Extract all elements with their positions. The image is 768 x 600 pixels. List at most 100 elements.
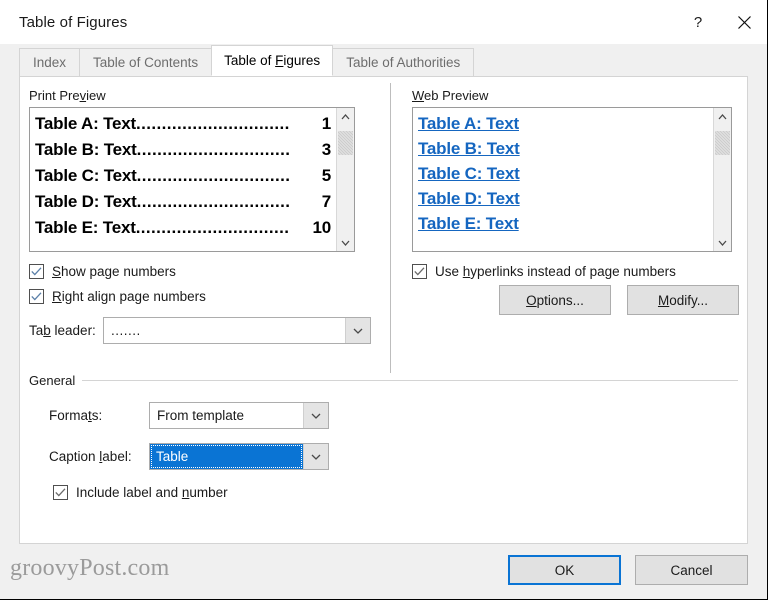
chevron-down-icon <box>353 328 363 334</box>
help-button[interactable]: ? <box>675 0 721 44</box>
entry-label: Table E: Text <box>35 215 136 241</box>
entry-page: 5 <box>322 163 331 189</box>
scroll-track[interactable] <box>337 125 354 234</box>
entry-leader: .............................. <box>137 137 322 163</box>
chevron-down-icon <box>311 454 321 460</box>
tab-strip: Index Table of Contents Table of Figures… <box>0 44 767 76</box>
print-preview-column: Print Preview Table A: Text ............… <box>20 77 388 344</box>
scroll-down-button[interactable] <box>337 234 354 251</box>
tab-index[interactable]: Index <box>19 48 80 76</box>
chevron-up-icon <box>718 114 727 120</box>
cancel-button[interactable]: Cancel <box>635 555 748 585</box>
scroll-thumb[interactable] <box>715 131 730 155</box>
modify-button-label: Modify... <box>658 293 708 308</box>
include-label-and-number-checkbox[interactable] <box>53 485 68 500</box>
include-label-and-number-row[interactable]: Include label and number <box>29 485 738 500</box>
formats-dropdown-arrow[interactable] <box>303 403 328 428</box>
entry-page: 7 <box>322 189 331 215</box>
options-button[interactable]: Options... <box>499 285 611 315</box>
tab-content-panel: Print Preview Table A: Text ............… <box>19 76 748 544</box>
modify-button[interactable]: Modify... <box>627 285 739 315</box>
check-icon <box>414 267 425 276</box>
use-hyperlinks-row[interactable]: Use hyperlinks instead of page numbers <box>412 264 743 279</box>
formats-select[interactable]: From template <box>149 402 329 429</box>
general-group-header: General <box>29 373 738 388</box>
entry-label: Table A: Text <box>35 111 136 137</box>
tab-table-of-figures-label: Table of Figures <box>224 53 320 68</box>
chevron-down-icon <box>311 413 321 419</box>
tab-leader-dropdown-arrow[interactable] <box>345 318 370 343</box>
web-preview-scrollbar[interactable] <box>713 108 731 251</box>
web-preview-link[interactable]: Table A: Text <box>418 111 519 136</box>
print-preview-box: Table A: Text ..........................… <box>29 107 355 252</box>
print-preview-label: Print Preview <box>29 88 388 103</box>
formats-value: From template <box>150 403 303 428</box>
chevron-up-icon <box>341 114 350 120</box>
use-hyperlinks-checkbox[interactable] <box>412 264 427 279</box>
entry-leader: .............................. <box>137 163 322 189</box>
web-preview-link[interactable]: Table B: Text <box>418 136 520 161</box>
caption-label-row: Caption label: Table <box>29 443 738 470</box>
dialog-footer: groovyPost.com OK Cancel <box>0 544 767 599</box>
right-align-page-numbers-label: Right align page numbers <box>52 289 206 304</box>
tab-table-of-authorities[interactable]: Table of Authorities <box>332 48 474 76</box>
entry-label: Table D: Text <box>35 189 137 215</box>
print-preview-entry: Table B: Text ..........................… <box>35 137 331 163</box>
print-preview-entry: Table C: Text ..........................… <box>35 163 331 189</box>
footer-buttons: OK Cancel <box>508 555 748 585</box>
entry-label: Table C: Text <box>35 163 137 189</box>
entry-leader: .............................. <box>137 189 322 215</box>
right-align-page-numbers-row[interactable]: Right align page numbers <box>29 289 388 304</box>
web-preview-list: Table A: Text Table B: Text Table C: Tex… <box>413 108 713 251</box>
close-button[interactable] <box>721 0 767 44</box>
formats-label: Formats: <box>49 408 149 423</box>
tab-table-of-figures[interactable]: Table of Figures <box>211 45 333 76</box>
web-preview-link[interactable]: Table E: Text <box>418 211 519 236</box>
title-bar: Table of Figures ? <box>0 0 767 44</box>
ok-button[interactable]: OK <box>508 555 621 585</box>
check-icon <box>55 488 66 497</box>
print-preview-scrollbar[interactable] <box>336 108 354 251</box>
close-icon <box>738 16 751 29</box>
dialog-title: Table of Figures <box>19 14 127 31</box>
scroll-up-button[interactable] <box>714 108 731 125</box>
use-hyperlinks-label: Use hyperlinks instead of page numbers <box>435 264 676 279</box>
scroll-thumb[interactable] <box>338 131 353 155</box>
entry-leader: .............................. <box>136 215 313 241</box>
right-align-page-numbers-checkbox[interactable] <box>29 289 44 304</box>
tab-leader-select[interactable]: ....... <box>103 317 371 344</box>
entry-page: 10 <box>312 215 331 241</box>
formats-row: Formats: From template <box>29 402 738 429</box>
print-preview-list: Table A: Text ..........................… <box>30 108 336 251</box>
entry-page: 1 <box>322 111 331 137</box>
tab-table-of-contents[interactable]: Table of Contents <box>79 48 212 76</box>
entry-leader: .............................. <box>136 111 322 137</box>
caption-label-value-wrap: Table <box>150 444 303 469</box>
show-page-numbers-checkbox[interactable] <box>29 264 44 279</box>
web-preview-link[interactable]: Table C: Text <box>418 161 520 186</box>
general-group-line <box>82 380 738 381</box>
scroll-down-button[interactable] <box>714 234 731 251</box>
table-of-figures-dialog: Table of Figures ? Index Table of Conten… <box>0 0 768 600</box>
caption-label-value: Table <box>150 449 188 464</box>
caption-label-dropdown-arrow[interactable] <box>303 444 328 469</box>
check-icon <box>31 267 42 276</box>
show-page-numbers-row[interactable]: Show page numbers <box>29 264 388 279</box>
check-icon <box>31 292 42 301</box>
general-group: General Formats: From template Caption l… <box>29 373 738 500</box>
web-preview-label: Web Preview <box>412 88 743 103</box>
options-button-label: Options... <box>526 293 584 308</box>
web-preview-link[interactable]: Table D: Text <box>418 186 520 211</box>
print-preview-entry: Table E: Text ..........................… <box>35 215 331 241</box>
print-preview-entry: Table D: Text ..........................… <box>35 189 331 215</box>
scroll-up-button[interactable] <box>337 108 354 125</box>
general-group-label: General <box>29 373 82 388</box>
tab-leader-value: ....... <box>104 318 345 343</box>
entry-label: Table B: Text <box>35 137 137 163</box>
chevron-down-icon <box>718 240 727 246</box>
chevron-down-icon <box>341 240 350 246</box>
entry-page: 3 <box>322 137 331 163</box>
caption-label-select[interactable]: Table <box>149 443 329 470</box>
scroll-track[interactable] <box>714 125 731 234</box>
include-label-and-number-label: Include label and number <box>76 485 228 500</box>
